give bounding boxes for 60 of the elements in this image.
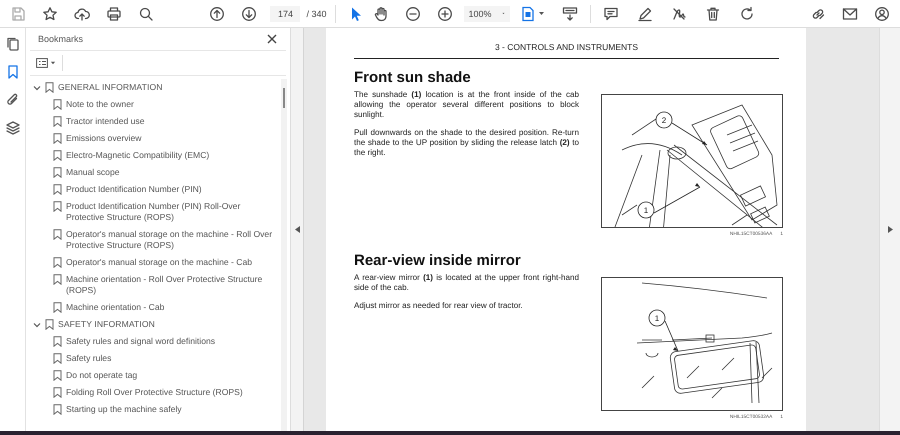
callout: 2 [656, 112, 708, 146]
bookmark-label[interactable]: Operator's manual storage on the machine - Cab [66, 257, 256, 268]
expand-panel-icon[interactable] [888, 226, 892, 233]
bookmark-label[interactable]: Starting up the machine safely [66, 404, 186, 415]
paragraph: A rear-view mirror (1) is located at the upper front right-hand side of the cab. [354, 273, 579, 293]
bookmark-icon [53, 302, 62, 313]
list-options-icon [36, 58, 48, 68]
section-heading: Front sun shade [354, 69, 472, 86]
bookmark-label[interactable]: Machine orientation - Roll Over Protective Structure (ROPS) [66, 274, 281, 296]
collapse-panel-icon[interactable] [294, 226, 300, 233]
page-count: / 340 [306, 8, 327, 18]
bookmark-label[interactable]: Manual scope [66, 167, 124, 178]
bookmark-icon [53, 99, 62, 110]
bookmark-icon [45, 319, 54, 330]
bookmark-icon [53, 229, 62, 240]
panel-title: Bookmarks [38, 34, 84, 44]
fit-page-icon [520, 6, 536, 22]
scrollbar[interactable] [281, 79, 287, 431]
bookmark-label[interactable]: Product Identification Number (PIN) [66, 184, 206, 195]
bookmark-icon [53, 133, 62, 144]
callout: 1 [648, 310, 678, 352]
bookmark-label[interactable]: SAFETY INFORMATION [58, 319, 159, 330]
bookmark-label[interactable]: Machine orientation - Cab [66, 302, 168, 313]
bookmark-icon [53, 184, 62, 195]
bookmark-label[interactable]: Tractor intended use [66, 116, 149, 127]
bookmark-icon [53, 353, 62, 364]
bookmark-label[interactable]: Do not operate tag [66, 370, 142, 381]
bookmark-icon [53, 274, 62, 285]
bookmark-icon [53, 116, 62, 127]
bookmark-label[interactable]: Emissions overview [66, 133, 146, 144]
close-icon[interactable] [266, 33, 278, 45]
page-number-field[interactable]: 174 [270, 6, 300, 22]
running-header: 3 - CONTROLS AND INSTRUMENTS [354, 42, 779, 59]
paragraph: Adjust mirror as needed for rear view of tractor. [354, 301, 524, 311]
bookmark-icon [45, 82, 54, 93]
paragraph: Pull downwards on the shade to the desired position. Re-turn the shade to the UP position by sliding the release latch (2) to the right. [354, 128, 579, 158]
paragraph: The sunshade (1) location is at the front inside of the cab allowing the operator several different positions to block sunlight. [354, 90, 579, 120]
bookmark-icon [53, 336, 62, 347]
bookmark-icon [53, 150, 62, 161]
bookmark-icon [53, 167, 62, 178]
layers-icon[interactable] [4, 119, 22, 137]
caret-icon [538, 10, 545, 17]
section-heading: Rear-view inside mirror [354, 252, 522, 269]
bookmark-label[interactable]: Note to the owner [66, 99, 138, 110]
bookmark-icon [53, 387, 62, 398]
bookmark-label[interactable]: Safety rules [66, 353, 116, 364]
bookmark-label[interactable]: Operator's manual storage on the machine - Roll Over Protective Structure (ROPS) [66, 229, 281, 251]
bookmark-icon [53, 201, 62, 212]
bookmark-label[interactable]: Electro-Magnetic Compatibility (EMC) [66, 150, 214, 161]
bookmark-icon [53, 404, 62, 415]
bookmark-label[interactable]: Safety rules and signal word definitions [66, 336, 220, 347]
callout: 1 [638, 183, 700, 218]
bookmark-icon [53, 370, 62, 381]
zoom-dropdown[interactable]: 100% [464, 6, 510, 22]
caret-icon [50, 60, 56, 66]
bookmark-label[interactable]: Product Identification Number (PIN) Roll-Over Protective Structure (ROPS) [66, 201, 281, 223]
bookmark-icon [53, 257, 62, 268]
bookmark-label[interactable]: GENERAL INFORMATION [58, 82, 167, 93]
options-button[interactable] [36, 55, 63, 71]
bookmark-label[interactable]: Folding Roll Over Protective Structure (ROPS) [66, 387, 247, 398]
